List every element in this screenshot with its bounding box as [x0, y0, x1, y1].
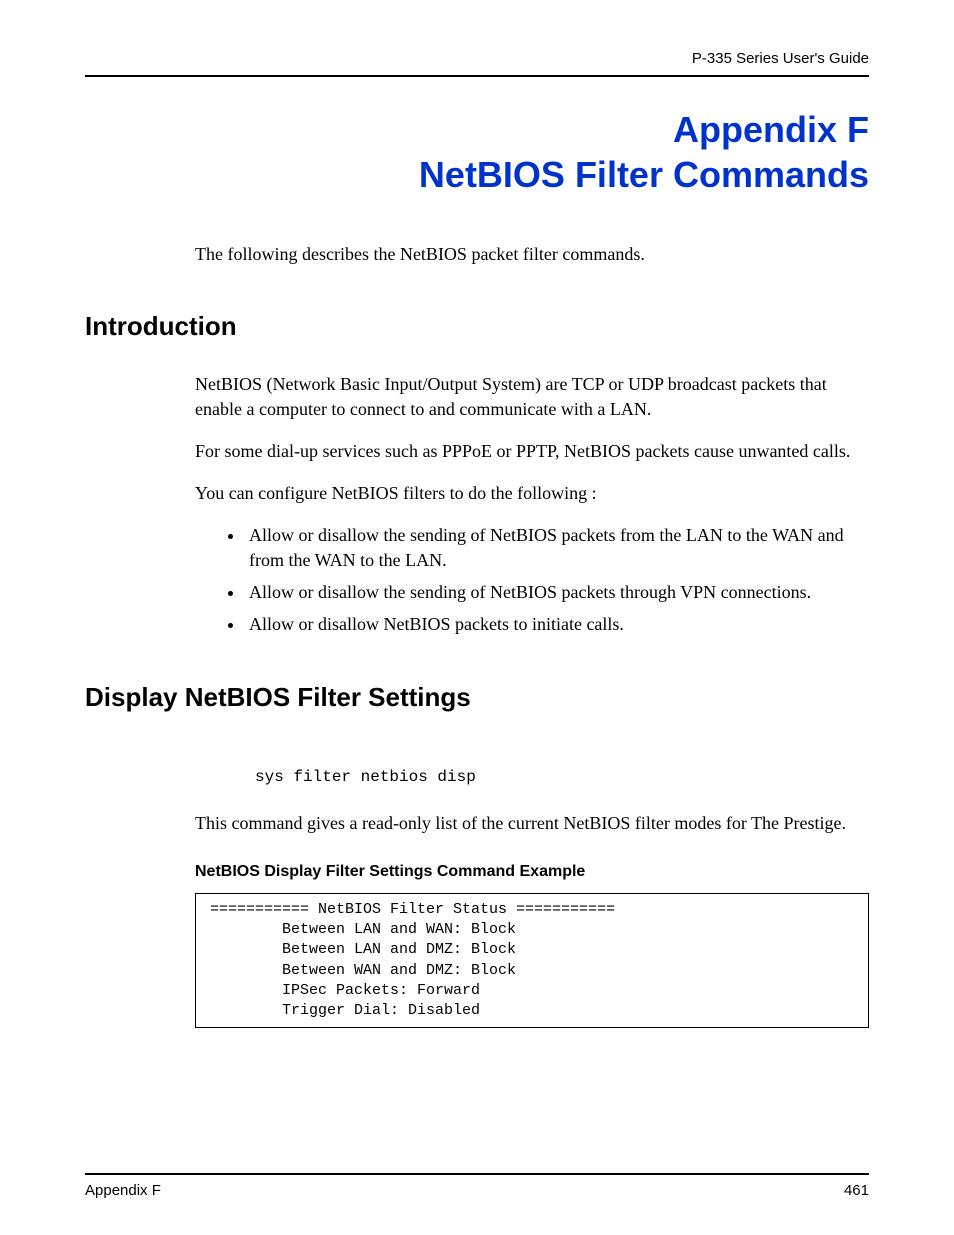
intro-para2: For some dial-up services such as PPPoE … — [195, 439, 869, 463]
example-caption: NetBIOS Display Filter Settings Command … — [195, 863, 869, 881]
introduction-body: NetBIOS (Network Basic Input/Output Syst… — [85, 372, 869, 636]
section-heading-display: Display NetBIOS Filter Settings — [85, 682, 869, 713]
footer-page-number: 461 — [844, 1182, 869, 1199]
appendix-title: Appendix F NetBIOS Filter Commands — [85, 107, 869, 197]
footer-left: Appendix F — [85, 1182, 161, 1199]
page: P-335 Series User's Guide Appendix F Net… — [0, 0, 954, 1235]
header-guide-title: P-335 Series User's Guide — [85, 50, 869, 67]
example-box: =========== NetBIOS Filter Status ======… — [195, 893, 869, 1029]
intro-para1: NetBIOS (Network Basic Input/Output Syst… — [195, 372, 869, 421]
title-line2: NetBIOS Filter Commands — [419, 154, 869, 195]
display-para1: This command gives a read-only list of t… — [195, 811, 869, 835]
title-line1: Appendix F — [673, 109, 869, 150]
footer-rule — [85, 1173, 869, 1175]
section-heading-introduction: Introduction — [85, 311, 869, 342]
body-area: The following describes the NetBIOS pack… — [85, 242, 869, 266]
intro-sentence: The following describes the NetBIOS pack… — [195, 242, 869, 266]
bullet-item: Allow or disallow the sending of NetBIOS… — [245, 580, 869, 604]
command-text: sys filter netbios disp — [255, 768, 869, 786]
display-body: sys filter netbios disp This command giv… — [85, 768, 869, 1029]
intro-para3: You can configure NetBIOS filters to do … — [195, 481, 869, 505]
intro-bullets: Allow or disallow the sending of NetBIOS… — [195, 523, 869, 636]
header-rule — [85, 75, 869, 77]
bullet-item: Allow or disallow NetBIOS packets to ini… — [245, 612, 869, 636]
bullet-item: Allow or disallow the sending of NetBIOS… — [245, 523, 869, 572]
